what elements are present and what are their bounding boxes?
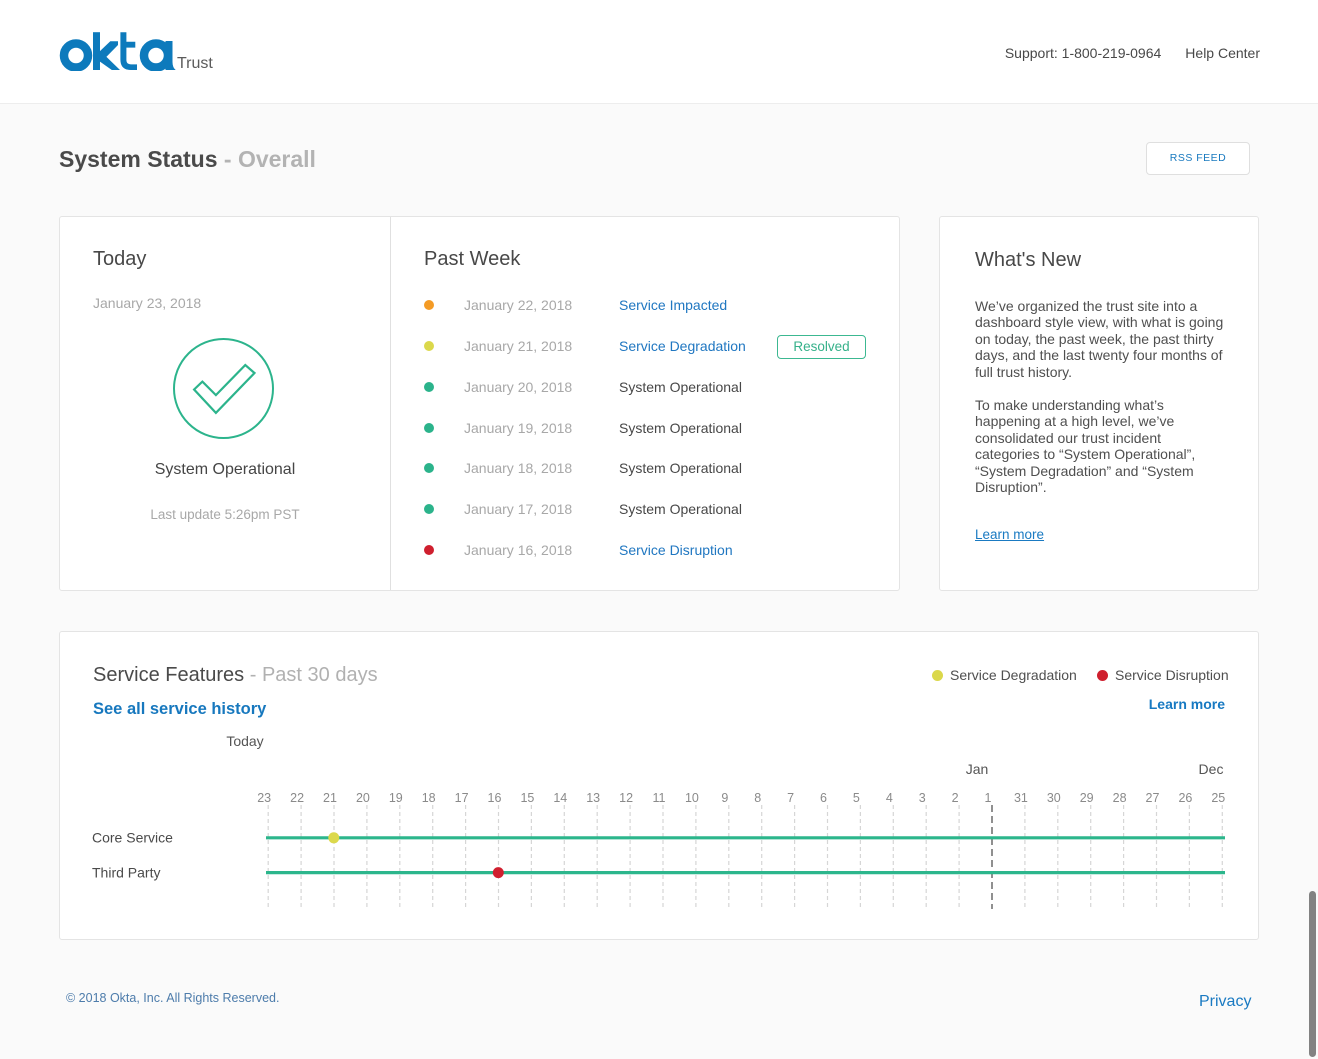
svg-text:11: 11 bbox=[653, 791, 666, 805]
svg-text:Core Service: Core Service bbox=[92, 830, 173, 846]
svg-text:20: 20 bbox=[356, 791, 370, 805]
svg-text:10: 10 bbox=[685, 791, 699, 805]
svg-text:1: 1 bbox=[985, 791, 992, 805]
svg-text:31: 31 bbox=[1014, 791, 1028, 805]
svg-text:30: 30 bbox=[1047, 791, 1061, 805]
svg-text:Dec: Dec bbox=[1199, 761, 1224, 777]
svg-text:28: 28 bbox=[1113, 791, 1127, 805]
svg-text:7: 7 bbox=[787, 791, 794, 805]
svg-text:Third Party: Third Party bbox=[92, 865, 160, 881]
svg-text:29: 29 bbox=[1080, 791, 1094, 805]
svg-text:12: 12 bbox=[619, 791, 633, 805]
svg-text:27: 27 bbox=[1146, 791, 1160, 805]
svg-text:18: 18 bbox=[422, 791, 436, 805]
svg-text:3: 3 bbox=[919, 791, 926, 805]
svg-text:5: 5 bbox=[853, 791, 860, 805]
svg-text:Today: Today bbox=[226, 733, 263, 749]
svg-text:17: 17 bbox=[455, 791, 469, 805]
svg-text:Jan: Jan bbox=[966, 761, 989, 777]
svg-text:26: 26 bbox=[1178, 791, 1192, 805]
svg-text:15: 15 bbox=[520, 791, 534, 805]
svg-text:22: 22 bbox=[290, 791, 304, 805]
svg-text:25: 25 bbox=[1211, 791, 1225, 805]
svg-text:13: 13 bbox=[586, 791, 600, 805]
svg-text:2: 2 bbox=[952, 791, 959, 805]
svg-text:16: 16 bbox=[488, 791, 502, 805]
svg-text:9: 9 bbox=[721, 791, 728, 805]
svg-text:21: 21 bbox=[323, 791, 337, 805]
svg-text:8: 8 bbox=[754, 791, 761, 805]
svg-text:4: 4 bbox=[886, 791, 893, 805]
svg-text:19: 19 bbox=[389, 791, 403, 805]
svg-text:6: 6 bbox=[820, 791, 827, 805]
svg-text:14: 14 bbox=[553, 791, 567, 805]
svg-text:23: 23 bbox=[257, 791, 271, 805]
